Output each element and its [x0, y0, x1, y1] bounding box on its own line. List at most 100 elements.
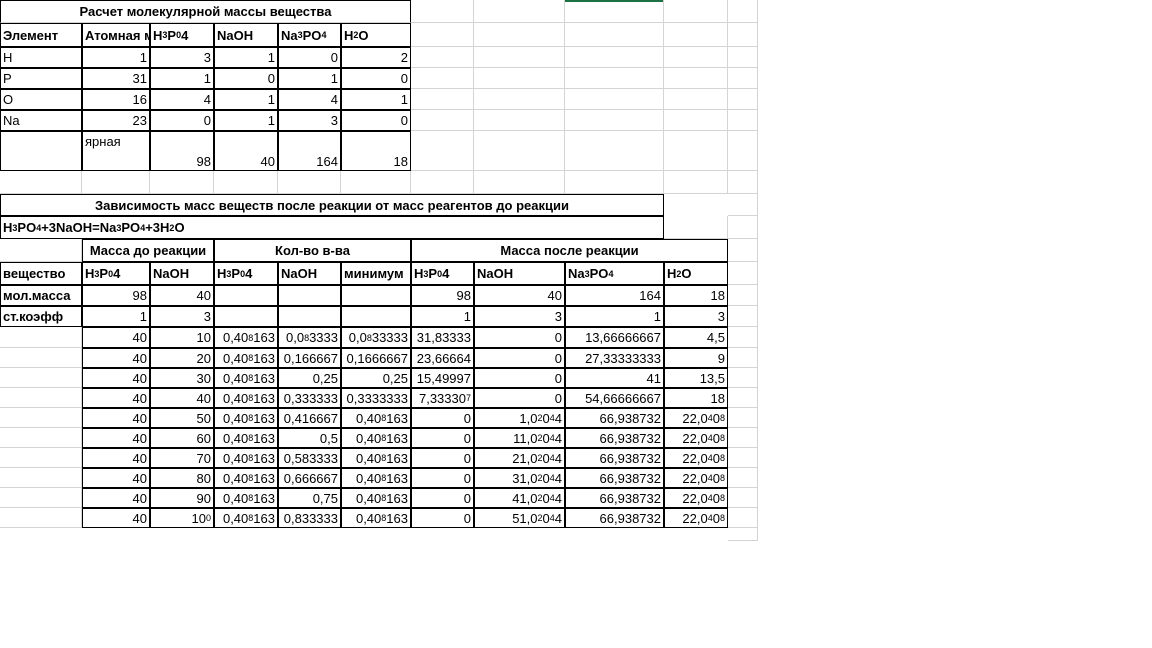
grid-cell[interactable] [728, 388, 758, 408]
table2-data-cell[interactable]: 0,40 8 163 [341, 408, 411, 428]
table1-value-cell[interactable]: 1 [150, 68, 214, 89]
table2-data-cell[interactable]: 0,40 8 163 [341, 428, 411, 448]
table1-header-cell[interactable]: NaOH [214, 23, 278, 47]
grid-cell[interactable] [728, 171, 758, 194]
grid-cell[interactable] [728, 408, 758, 428]
grid-cell[interactable] [728, 508, 758, 528]
table2-data-cell[interactable]: 80 [150, 468, 214, 488]
table2-param-cell[interactable]: 1 [565, 306, 664, 327]
grid-cell[interactable] [474, 110, 565, 131]
grid-cell[interactable] [565, 47, 664, 68]
grid-cell[interactable] [0, 327, 82, 348]
grid-cell[interactable] [565, 171, 664, 194]
table1-value-cell[interactable]: 0 [150, 110, 214, 131]
table2-data-cell[interactable]: 0 [474, 348, 565, 368]
table2-header-cell[interactable]: минимум [341, 262, 411, 285]
grid-cell[interactable] [664, 216, 728, 239]
table1-value-cell[interactable]: 31 [82, 68, 150, 89]
table2-data-cell[interactable]: 0,1666667 [341, 348, 411, 368]
row-label-cell[interactable]: мол.масса [0, 285, 82, 306]
table2-data-cell[interactable]: 0 [411, 508, 474, 528]
grid-cell[interactable] [728, 285, 758, 306]
grid-cell[interactable] [474, 131, 565, 171]
grid-cell[interactable] [0, 508, 82, 528]
grid-cell[interactable] [411, 0, 474, 23]
table2-data-cell[interactable]: 4,5 [664, 327, 728, 348]
table2-data-cell[interactable]: 0,40 8 163 [341, 448, 411, 468]
table2-param-cell[interactable] [278, 285, 341, 306]
grid-cell[interactable] [411, 47, 474, 68]
grid-cell[interactable] [411, 23, 474, 47]
grid-cell[interactable] [728, 428, 758, 448]
table2-param-cell[interactable]: 1 [82, 306, 150, 327]
table2-data-cell[interactable]: 23,66664 [411, 348, 474, 368]
grid-cell[interactable] [0, 368, 82, 388]
table2-data-cell[interactable]: 70 [150, 448, 214, 468]
table1-value-cell[interactable]: 4 [278, 89, 341, 110]
grid-cell[interactable] [474, 68, 565, 89]
table2-data-cell[interactable]: 0 [411, 408, 474, 428]
element-name-cell[interactable]: Na [0, 110, 82, 131]
table2-data-cell[interactable]: 13,5 [664, 368, 728, 388]
table2-data-cell[interactable]: 11,0 2 0 4 4 [474, 428, 565, 448]
grid-cell[interactable] [728, 47, 758, 68]
table2-data-cell[interactable]: 31,0 2 0 4 4 [474, 468, 565, 488]
grid-cell[interactable] [411, 171, 474, 194]
row-label-cell[interactable]: ст.коэфф [0, 306, 82, 327]
table2-data-cell[interactable]: 30 [150, 368, 214, 388]
element-name-cell[interactable]: H [0, 47, 82, 68]
table2-param-cell[interactable] [214, 306, 278, 327]
grid-cell[interactable] [664, 68, 728, 89]
table2-data-cell[interactable]: 40 [82, 348, 150, 368]
table2-data-cell[interactable]: 0 [411, 448, 474, 468]
grid-cell[interactable] [728, 68, 758, 89]
table1-value-cell[interactable]: 1 [82, 47, 150, 68]
table1-header-cell[interactable]: Элемент [0, 23, 82, 47]
table2-data-cell[interactable]: 21,0 2 0 4 4 [474, 448, 565, 468]
table2-data-cell[interactable]: 66,938732 [565, 508, 664, 528]
grid-cell[interactable] [728, 23, 758, 47]
table2-data-cell[interactable]: 10 [150, 327, 214, 348]
molar-mass-cell[interactable]: 40 [214, 131, 278, 171]
grid-cell[interactable] [664, 89, 728, 110]
table2-header-cell[interactable]: NaOH [150, 262, 214, 285]
table2-data-cell[interactable]: 40 [82, 488, 150, 508]
table2-param-cell[interactable]: 18 [664, 285, 728, 306]
table2-data-cell[interactable]: 0,416667 [278, 408, 341, 428]
table1-value-cell[interactable]: 3 [150, 47, 214, 68]
grid-cell[interactable] [728, 262, 758, 285]
table2-data-cell[interactable]: 0,25 [341, 368, 411, 388]
table1-value-cell[interactable]: 1 [214, 89, 278, 110]
molar-mass-cell[interactable]: 18 [341, 131, 411, 171]
table2-param-cell[interactable] [341, 306, 411, 327]
table2-data-cell[interactable]: 0 [474, 368, 565, 388]
table1-header-cell[interactable]: Атомная масса [82, 23, 150, 47]
table2-header-cell[interactable]: H3P04 [214, 262, 278, 285]
table2-data-cell[interactable]: 66,938732 [565, 428, 664, 448]
element-name-cell[interactable]: O [0, 89, 82, 110]
table2-param-cell[interactable] [214, 285, 278, 306]
table2-param-cell[interactable] [278, 306, 341, 327]
table2-data-cell[interactable]: 9 [664, 348, 728, 368]
group-header-mass-after[interactable]: Масса после реакции [411, 239, 728, 262]
table2-data-cell[interactable]: 22,0 4 0 8 [664, 468, 728, 488]
grid-cell[interactable] [0, 171, 82, 194]
table2-data-cell[interactable]: 0,40 8 163 [214, 508, 278, 528]
table2-data-cell[interactable]: 0 [411, 488, 474, 508]
group-header-moles[interactable]: Кол-во в-ва [214, 239, 411, 262]
grid-cell[interactable] [728, 528, 758, 541]
table2-data-cell[interactable]: 41 [565, 368, 664, 388]
table2-data-cell[interactable]: 10 0 [150, 508, 214, 528]
table2-data-cell[interactable]: 20 [150, 348, 214, 368]
table2-data-cell[interactable]: 31,83333 [411, 327, 474, 348]
grid-cell[interactable] [565, 68, 664, 89]
table1-value-cell[interactable]: 0 [278, 47, 341, 68]
table2-data-cell[interactable]: 66,938732 [565, 448, 664, 468]
grid-cell[interactable] [82, 171, 150, 194]
table2-data-cell[interactable]: 40 [82, 388, 150, 408]
grid-cell[interactable] [411, 89, 474, 110]
table2-param-cell[interactable]: 40 [150, 285, 214, 306]
table2-data-cell[interactable]: 0 [474, 388, 565, 408]
table2-header-cell[interactable]: H3P04 [82, 262, 150, 285]
table2-data-cell[interactable]: 22,0 4 0 8 [664, 448, 728, 468]
